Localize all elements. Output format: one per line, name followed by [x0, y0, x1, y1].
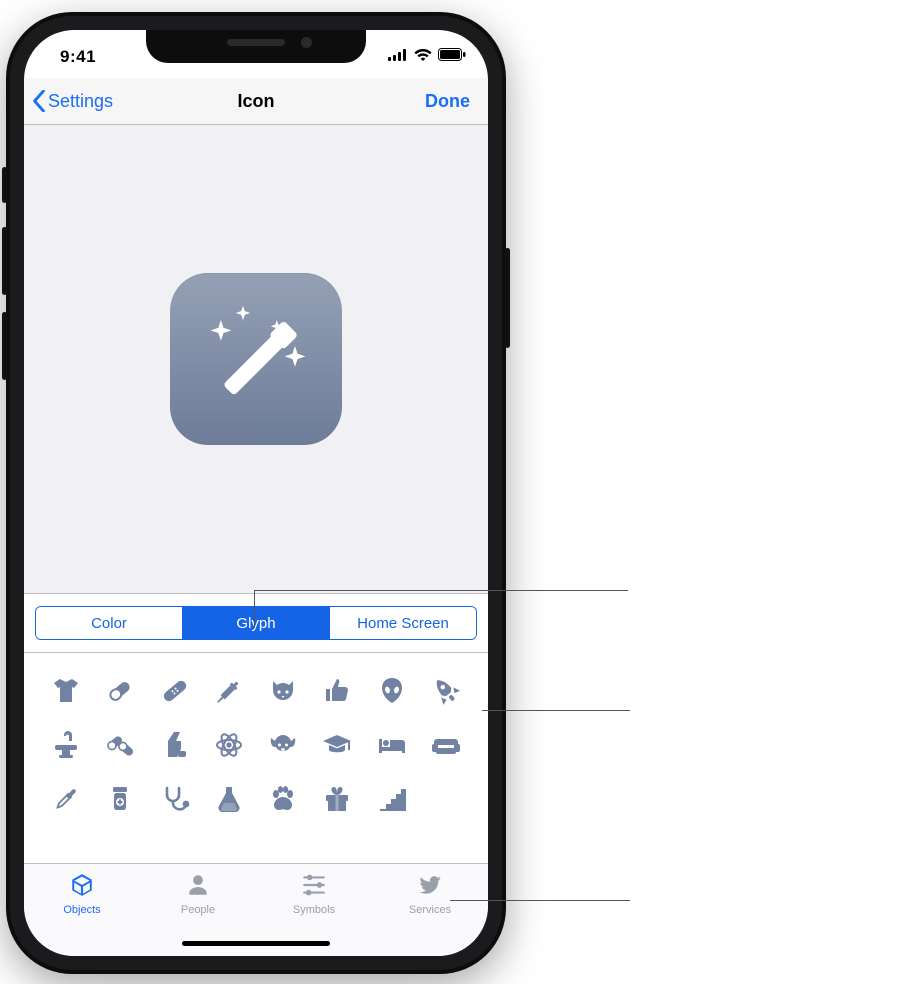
- done-button[interactable]: Done: [425, 78, 470, 124]
- glyph-dropper[interactable]: [42, 775, 90, 823]
- tab-label: Services: [409, 904, 451, 916]
- person-icon: [184, 872, 212, 901]
- glyph-flask[interactable]: [205, 775, 253, 823]
- tab-label: Objects: [63, 904, 100, 916]
- tab-symbols[interactable]: Symbols: [256, 872, 372, 916]
- glyph-rocket[interactable]: [422, 667, 470, 715]
- glyph-stethoscope[interactable]: [151, 775, 199, 823]
- sliders-icon: [300, 872, 328, 901]
- signal-icon: [388, 48, 408, 66]
- shortcut-icon-preview: [170, 273, 342, 445]
- icon-preview-area: [24, 125, 488, 594]
- glyph-thumbs-up[interactable]: [313, 667, 361, 715]
- glyph-dog-face[interactable]: [259, 721, 307, 769]
- glyph-shirt[interactable]: [42, 667, 90, 715]
- back-label: Settings: [48, 91, 113, 112]
- home-indicator[interactable]: [182, 941, 330, 946]
- glyph-inhaler[interactable]: [151, 721, 199, 769]
- device-frame: 9:41 Settings: [6, 12, 506, 974]
- chevron-left-icon: [32, 90, 46, 112]
- glyph-grid[interactable]: [24, 653, 488, 831]
- wifi-icon: [414, 48, 432, 66]
- tab-label: Symbols: [293, 904, 335, 916]
- tab-objects[interactable]: Objects: [24, 872, 140, 916]
- glyph-bed[interactable]: [368, 721, 416, 769]
- nav-bar: Settings Icon Done: [24, 78, 488, 125]
- glyph-sink[interactable]: [42, 721, 90, 769]
- icon-mode-segment: Color Glyph Home Screen: [35, 606, 477, 640]
- glyph-cat-face[interactable]: [259, 667, 307, 715]
- device-side-button: [505, 248, 510, 348]
- glyph-atom[interactable]: [205, 721, 253, 769]
- glyph-alien[interactable]: [368, 667, 416, 715]
- device-side-button: [2, 312, 7, 380]
- glyph-empty: [422, 775, 470, 823]
- glyph-syringe[interactable]: [205, 667, 253, 715]
- glyph-pill-bottle[interactable]: [96, 775, 144, 823]
- segment-glyph[interactable]: Glyph: [182, 607, 329, 639]
- tab-people[interactable]: People: [140, 872, 256, 916]
- segmented-control-row: Color Glyph Home Screen: [24, 594, 488, 653]
- glyph-bandage[interactable]: [151, 667, 199, 715]
- magic-wand-icon: [191, 294, 321, 424]
- glyph-category-tabbar: Objects People Symbols Services: [24, 863, 488, 956]
- segment-color[interactable]: Color: [36, 607, 182, 639]
- device-notch: [146, 30, 366, 63]
- glyph-paw[interactable]: [259, 775, 307, 823]
- device-side-button: [2, 227, 7, 295]
- glyph-gift[interactable]: [313, 775, 361, 823]
- glyph-stairs[interactable]: [368, 775, 416, 823]
- glyph-sofa[interactable]: [422, 721, 470, 769]
- tab-label: People: [181, 904, 215, 916]
- segment-home-screen[interactable]: Home Screen: [329, 607, 476, 639]
- twitter-icon: [416, 872, 444, 901]
- glyph-pills[interactable]: [96, 721, 144, 769]
- battery-icon: [438, 48, 466, 66]
- tab-services[interactable]: Services: [372, 872, 488, 916]
- back-button[interactable]: Settings: [32, 78, 113, 124]
- page-title: Icon: [237, 91, 274, 112]
- cube-icon: [68, 872, 96, 901]
- device-screen: 9:41 Settings: [24, 30, 488, 956]
- device-side-button: [2, 167, 7, 203]
- glyph-graduation-cap[interactable]: [313, 721, 361, 769]
- glyph-pill[interactable]: [96, 667, 144, 715]
- status-time: 9:41: [60, 47, 96, 67]
